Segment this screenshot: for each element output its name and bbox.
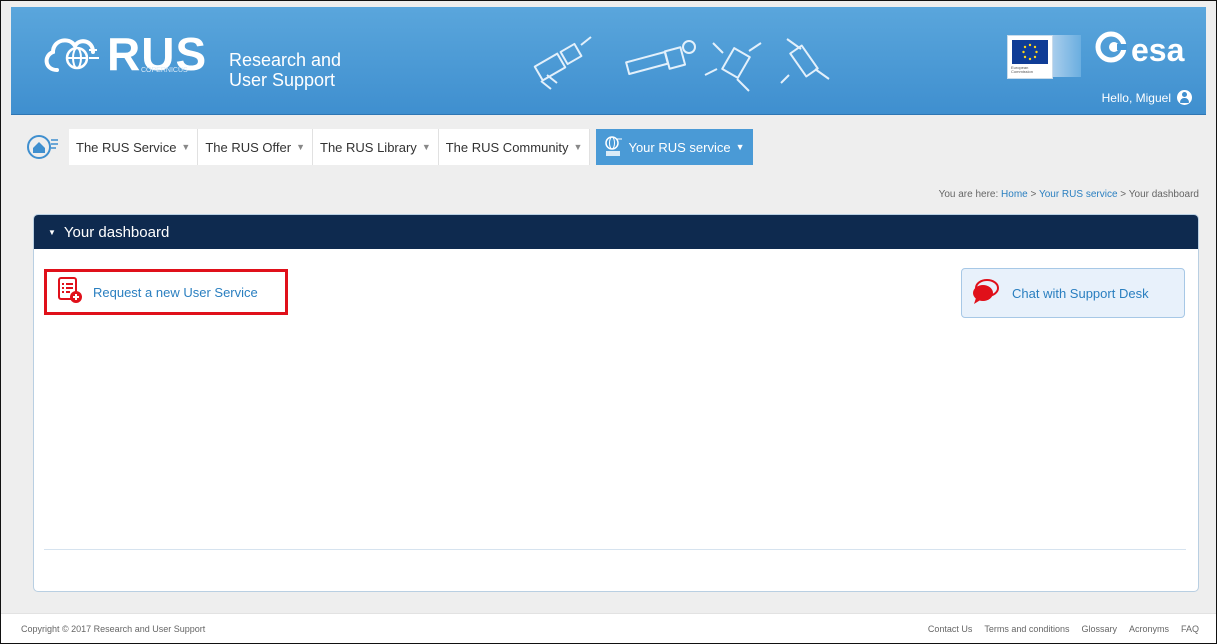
breadcrumb-separator: > [1120,189,1127,200]
nav-label: The RUS Library [320,139,417,155]
dashboard-header[interactable]: ▼ Your dashboard [34,215,1198,249]
panel-divider [44,549,1186,550]
satellites-illustration [533,36,830,92]
footer-link-terms[interactable]: Terms and conditions [984,624,1069,634]
chat-button-label: Chat with Support Desk [1012,285,1149,301]
breadcrumb: You are here: Home > Your RUS service > … [939,189,1199,200]
dashboard-panel: ▼ Your dashboard Request a new User Serv… [33,214,1199,592]
breadcrumb-current: Your dashboard [1128,189,1199,200]
eu-commission-logo[interactable]: European Commission [1007,35,1053,79]
eu-flag-icon [1012,40,1048,64]
esa-mark-icon [1095,31,1127,68]
caret-down-icon: ▼ [296,142,305,152]
tagline-line-1: Research and [229,50,342,70]
tagline-line-2: User Support [229,70,336,90]
breadcrumb-home-link[interactable]: Home [1001,189,1028,200]
eu-caption-line-2: Commission [1011,69,1034,74]
footer-link-glossary[interactable]: Glossary [1081,624,1117,634]
form-add-icon [57,276,83,309]
footer-link-faq[interactable]: FAQ [1181,624,1199,634]
nav-label: The RUS Service [76,139,177,155]
footer-link-contact[interactable]: Contact Us [928,624,973,634]
copyright-text: Copyright © 2017 Research and User Suppo… [21,624,206,634]
brand-subtitle: COPERNICUS [141,67,188,74]
user-greeting[interactable]: Hello, Miguel [1102,90,1192,105]
request-button-label: Request a new User Service [93,284,258,300]
browser-frame: RUS COPERNICUS Research and User Support [0,0,1217,644]
breadcrumb-section-link[interactable]: Your RUS service [1039,189,1118,200]
site-header: RUS COPERNICUS Research and User Support [11,7,1206,115]
caret-down-icon: ▼ [181,142,191,152]
footer-links: Contact Us Terms and conditions Glossary… [928,624,1199,634]
caret-down-icon: ▼ [573,142,583,152]
rus-mini-icon [604,135,623,160]
greeting-text: Hello, Miguel [1101,90,1171,105]
nav-item-your-rus-service[interactable]: Your RUS service ▼ [596,129,753,165]
breadcrumb-separator: > [1030,189,1037,200]
caret-down-icon: ▼ [735,142,745,152]
collapse-triangle-icon: ▼ [48,227,56,237]
esa-wordmark: esa [1131,31,1185,68]
nav-item-rus-offer[interactable]: The RUS Offer ▼ [198,129,313,165]
user-icon[interactable] [1177,90,1192,105]
chat-bubbles-icon [972,278,1000,309]
cloud-globe-icon [39,32,101,76]
esa-logo[interactable]: esa [1095,31,1184,68]
site-footer: Copyright © 2017 Research and User Suppo… [1,613,1216,643]
nav-label: Your RUS service [628,139,731,155]
nav-item-rus-community[interactable]: The RUS Community ▼ [438,129,591,165]
request-new-user-service-button[interactable]: Request a new User Service [44,269,288,315]
dashboard-title: Your dashboard [63,223,170,241]
site-tagline: Research and User Support [229,50,341,90]
home-icon[interactable] [27,131,59,163]
footer-link-acronyms[interactable]: Acronyms [1129,624,1169,634]
eu-logo-strip [1053,35,1081,77]
nav-item-rus-library[interactable]: The RUS Library ▼ [313,129,439,165]
chat-support-desk-button[interactable]: Chat with Support Desk [961,268,1185,318]
nav-label: The RUS Community [445,139,569,155]
nav-item-rus-service[interactable]: The RUS Service ▼ [69,129,199,165]
eu-caption: European Commission [1011,66,1033,74]
nav-label: The RUS Offer [205,139,292,155]
main-nav: The RUS Service ▼ The RUS Offer ▼ The RU… [27,129,753,165]
caret-down-icon: ▼ [421,142,431,152]
breadcrumb-prefix: You are here: [938,189,999,200]
